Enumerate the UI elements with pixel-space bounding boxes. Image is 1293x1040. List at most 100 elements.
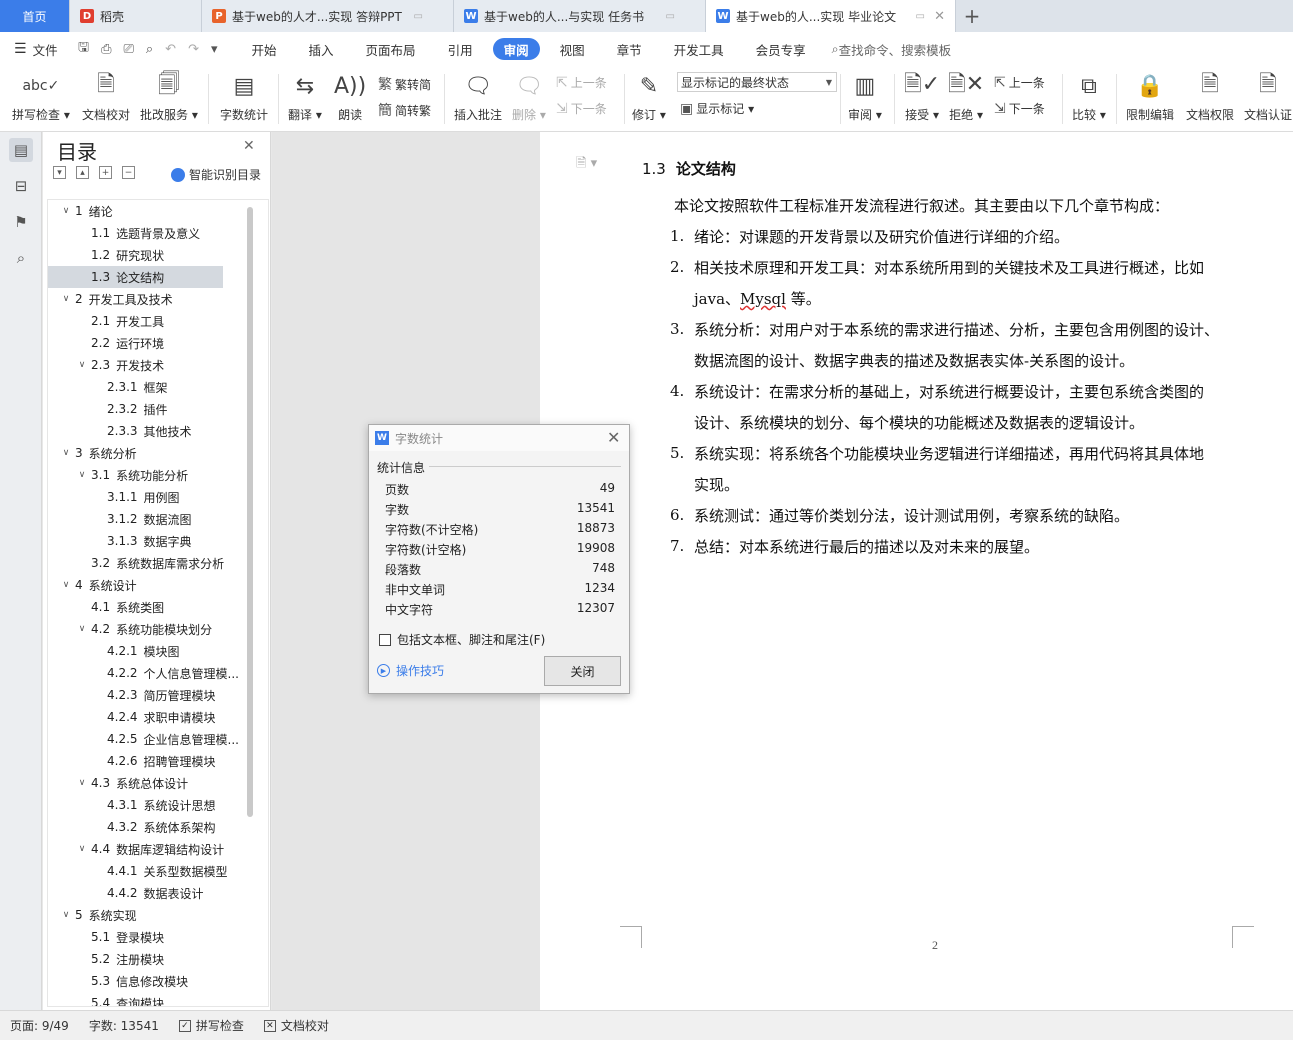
toc-item[interactable]: 3.1.2 数据流图 (48, 508, 268, 530)
toc-item[interactable]: 4.2.1 模块图 (48, 640, 268, 662)
doc-proof-button[interactable]: 🗎 文档校对 (82, 70, 130, 123)
chevron-down-icon[interactable]: ∨ (60, 580, 72, 590)
simp-to-trad-button[interactable]: 簡 简转繁 (378, 100, 431, 120)
search-icon[interactable]: ⌕ (9, 246, 33, 270)
toc-item[interactable]: 4.1 系统类图 (48, 596, 268, 618)
word-count-button[interactable]: ▤ 字数统计 (220, 70, 268, 123)
toc-item[interactable]: 2.3.1 框架 (48, 376, 268, 398)
close-icon[interactable]: ✕ (607, 428, 620, 447)
toc-item[interactable]: 3.2 系统数据库需求分析 (48, 552, 268, 574)
redo-icon[interactable]: ↷ (188, 42, 199, 57)
toc-item[interactable]: 1.3 论文结构 (48, 266, 223, 288)
read-aloud-button[interactable]: A)) 朗读 (334, 70, 366, 123)
remove-heading-icon[interactable]: − (122, 166, 135, 179)
delete-comment-button[interactable]: 🗨 删除 ▾ (512, 70, 546, 123)
collapse-all-icon[interactable]: ▾ (53, 166, 66, 179)
menu-start[interactable]: 开始 (240, 38, 289, 60)
toc-item[interactable]: 5.2 注册模块 (48, 948, 268, 970)
toc-item[interactable]: 2.3.2 插件 (48, 398, 268, 420)
expand-icon[interactable]: ▴ (76, 166, 89, 179)
print-icon[interactable]: ⎚ (123, 42, 133, 57)
toc-item[interactable]: 5.1 登录模块 (48, 926, 268, 948)
menu-reference[interactable]: 引用 (436, 38, 485, 60)
command-search[interactable]: ⌕ 查找命令、搜索模板 (832, 40, 952, 59)
toc-item[interactable]: ∨ 3.1 系统功能分析 (48, 464, 268, 486)
toc-item[interactable]: ∨ 4.3 系统总体设计 (48, 772, 268, 794)
next-change-button[interactable]: ⇲ 下一条 (994, 100, 1045, 117)
chevron-down-icon[interactable]: ∨ (76, 360, 88, 370)
tab-thesis[interactable]: W 基于web的人...实现 毕业论文 ▭ ✕ (706, 0, 956, 32)
toc-item[interactable]: ∨ 2.3 开发技术 (48, 354, 268, 376)
status-spell-check[interactable]: ✓ 拼写检查 (178, 1017, 244, 1034)
toc-item[interactable]: 1.1 选题背景及意义 (48, 222, 268, 244)
menu-insert[interactable]: 插入 (297, 38, 346, 60)
toc-item[interactable]: ∨ 1 绪论 (48, 200, 268, 222)
reject-button[interactable]: 🗎✕ 拒绝 ▾ (948, 70, 984, 123)
toc-nav-icon[interactable]: ▤ (9, 138, 33, 162)
close-icon[interactable]: ✕ (243, 138, 255, 154)
tab-home[interactable]: 首页 (0, 0, 70, 32)
toc-item[interactable]: 4.2.5 企业信息管理模... (48, 728, 268, 750)
tab-ppt[interactable]: P 基于web的人才...实现 答辩PPT ▭ (202, 0, 454, 32)
monitor-icon[interactable]: ▭ (916, 11, 925, 22)
word-count-indicator[interactable]: 字数: 13541 (89, 1017, 159, 1034)
toc-item[interactable]: ∨ 4.2 系统功能模块划分 (48, 618, 268, 640)
chevron-down-icon[interactable]: ∨ (60, 910, 72, 920)
menu-devtools[interactable]: 开发工具 (662, 38, 736, 60)
menu-member[interactable]: 会员专享 (744, 38, 818, 60)
page-indicator[interactable]: 页面: 9/49 (10, 1017, 69, 1034)
compare-button[interactable]: ⧉ 比较 ▾ (1072, 70, 1106, 123)
revise-service-button[interactable]: 🗐 批改服务 ▾ (140, 70, 198, 123)
chevron-down-icon[interactable]: ∨ (60, 294, 72, 304)
restrict-edit-button[interactable]: 🔒 限制编辑 (1126, 70, 1174, 123)
chevron-down-icon[interactable]: ∨ (60, 448, 72, 458)
tab-task-doc[interactable]: W 基于web的人...与实现 任务书 ▭ (454, 0, 706, 32)
toc-item[interactable]: 5.3 信息修改模块 (48, 970, 268, 992)
misspelled-word[interactable]: Mysql (740, 290, 786, 308)
menu-review[interactable]: 审阅 (492, 38, 540, 60)
tab-daoke[interactable]: D 稻壳 (70, 0, 202, 32)
toc-item[interactable]: 2.3.3 其他技术 (48, 420, 268, 442)
toc-item[interactable]: ∨ 5 系统实现 (48, 904, 268, 926)
toc-item[interactable]: 1.2 研究现状 (48, 244, 268, 266)
accept-button[interactable]: 🗎✓ 接受 ▾ (904, 70, 940, 123)
new-tab-button[interactable]: + (956, 0, 988, 32)
toc-item[interactable]: ∨ 3 系统分析 (48, 442, 268, 464)
review-pane-button[interactable]: ▥ 审阅 ▾ (848, 70, 882, 123)
bookmark-icon[interactable]: ⚑ (9, 210, 33, 234)
toc-item[interactable]: 4.2.2 个人信息管理模... (48, 662, 268, 684)
doc-auth-button[interactable]: 🗎 文档认证 (1244, 70, 1292, 123)
trad-to-simp-button[interactable]: 繁 繁转简 (378, 74, 431, 94)
tips-link[interactable]: ▶ 操作技巧 (377, 662, 444, 679)
toc-item[interactable]: 4.2.6 招聘管理模块 (48, 750, 268, 772)
revise-button[interactable]: ✎ 修订 ▾ (632, 70, 666, 123)
document-page[interactable]: 🗎 ▾ 1.3 论文结构 本论文按照软件工程标准开发流程进行叙述。其主要由以下几个… (540, 132, 1293, 1010)
menu-layout[interactable]: 页面布局 (354, 38, 428, 60)
toc-item[interactable]: 2.1 开发工具 (48, 310, 268, 332)
toc-item[interactable]: ∨ 4.4 数据库逻辑结构设计 (48, 838, 268, 860)
menu-chapter[interactable]: 章节 (605, 38, 654, 60)
toc-item[interactable]: 4.4.1 关系型数据模型 (48, 860, 268, 882)
toc-item[interactable]: 4.2.4 求职申请模块 (48, 706, 268, 728)
chevron-down-icon[interactable]: ∨ (76, 624, 88, 634)
prev-comment-button[interactable]: ⇱ 上一条 (556, 74, 607, 91)
toc-item[interactable]: 3.1.1 用例图 (48, 486, 268, 508)
spell-check-button[interactable]: abc✓ 拼写检查 ▾ (12, 70, 70, 123)
chevron-down-icon[interactable]: ∨ (76, 778, 88, 788)
status-doc-proof[interactable]: ✕ 文档校对 (263, 1017, 329, 1034)
close-icon[interactable]: ✕ (934, 9, 945, 24)
add-heading-icon[interactable]: + (99, 166, 112, 179)
menu-view[interactable]: 视图 (548, 38, 597, 60)
toc-item[interactable]: ∨ 2 开发工具及技术 (48, 288, 268, 310)
page-menu-icon[interactable]: 🗎 ▾ (576, 154, 597, 176)
prev-change-button[interactable]: ⇱ 上一条 (994, 74, 1045, 91)
file-menu[interactable]: ☰ 文件 (0, 40, 70, 59)
close-button[interactable]: 关闭 (544, 656, 621, 686)
toc-item[interactable]: ∨ 4 系统设计 (48, 574, 268, 596)
monitor-icon[interactable]: ▭ (666, 11, 675, 22)
chevron-down-icon[interactable]: ∨ (76, 844, 88, 854)
toc-item[interactable]: 4.2.3 简历管理模块 (48, 684, 268, 706)
toc-item[interactable]: 3.1.3 数据字典 (48, 530, 268, 552)
doc-permission-button[interactable]: 🗎 文档权限 (1186, 70, 1234, 123)
toc-item[interactable]: 2.2 运行环境 (48, 332, 268, 354)
